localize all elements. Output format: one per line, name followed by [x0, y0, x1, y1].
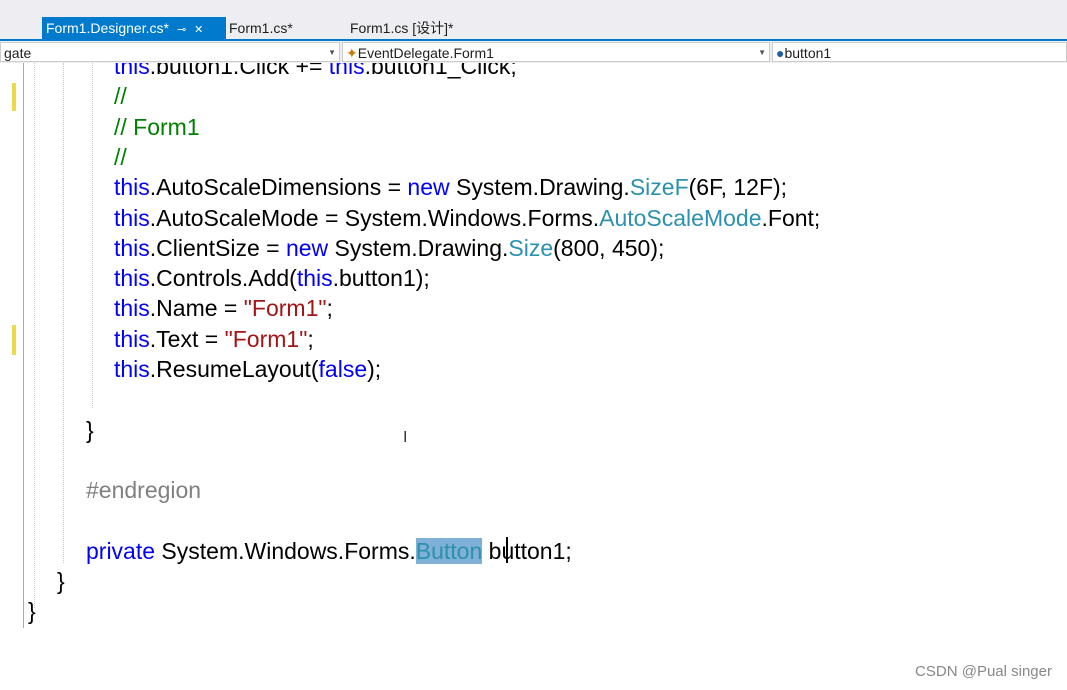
code-token: .AutoScaleDimensions = [149, 174, 408, 201]
class-icon: ✦ [346, 45, 358, 61]
ibeam-cursor-icon: I [403, 429, 408, 446]
code-token: this [296, 265, 333, 292]
project-dropdown[interactable]: gate ▼ [0, 42, 340, 62]
indent-guide [63, 63, 64, 563]
code-token: this [114, 174, 150, 201]
code-line: } [57, 566, 65, 596]
text-caret [506, 537, 508, 563]
code-token: // Form1 [114, 113, 200, 140]
tab-form1-designer[interactable]: Form1.Designer.cs* ⊸ ✕ [42, 17, 226, 40]
code-token: AutoScaleMode [599, 204, 762, 231]
code-token: new [285, 234, 329, 261]
code-token: this [114, 234, 150, 261]
code-line: #endregion [86, 475, 201, 505]
toolbar [0, 0, 1067, 14]
tab-label: Form1.cs* [229, 20, 293, 36]
code-line: } [28, 596, 36, 626]
code-line: this.ClientSize = new System.Drawing.Siz… [114, 233, 664, 263]
chevron-down-icon: ▼ [328, 48, 336, 57]
code-token: this [328, 63, 365, 79]
code-token: } [86, 416, 94, 443]
member-value: button1 [784, 45, 832, 61]
code-token: this [114, 325, 150, 352]
code-token: System.Drawing. [328, 234, 509, 261]
code-token: button1; [482, 537, 572, 564]
watermark: CSDN @Pual singer [915, 663, 1052, 680]
indent-guide [92, 63, 93, 408]
indent-guide [34, 63, 35, 608]
navigation-bar: gate ▼ ✦EventDelegate.Form1 ▼ ●button1 [0, 41, 1067, 63]
code-token: .button1.Click += [149, 63, 329, 79]
code-token: this [114, 204, 150, 231]
code-line: this.AutoScaleDimensions = new System.Dr… [114, 172, 787, 202]
code-token: this [114, 63, 150, 79]
code-token: ; [326, 295, 333, 322]
code-token: } [57, 568, 65, 595]
code-token: SizeF [629, 174, 689, 201]
tab-label: Form1.cs [设计]* [350, 20, 454, 36]
chevron-down-icon: ▼ [758, 48, 766, 57]
code-token: this [114, 295, 150, 322]
code-token: private [86, 537, 156, 564]
code-line: // [114, 81, 127, 111]
code-token: "Form1" [224, 325, 308, 352]
change-marker [12, 325, 16, 355]
code-token: "Form1" [243, 295, 327, 322]
class-dropdown[interactable]: ✦EventDelegate.Form1 ▼ [342, 42, 770, 62]
change-marker [12, 83, 16, 111]
code-token: System.Drawing. [449, 174, 630, 201]
code-token: .Text = [149, 325, 225, 352]
code-token: .ResumeLayout( [149, 356, 319, 382]
code-token: (6F, 12F); [688, 174, 788, 201]
code-token: .ClientSize = [149, 234, 286, 261]
code-line: this.ResumeLayout(false); [114, 354, 381, 384]
code-line: private System.Windows.Forms.Button butt… [86, 536, 572, 566]
code-line: // Form1 [114, 112, 200, 142]
code-line: this.Controls.Add(this.button1); [114, 263, 430, 293]
code-editor[interactable]: this.button1.Click += this.button1_Click… [0, 63, 1067, 690]
code-token: this [114, 356, 150, 382]
code-line: this.AutoScaleMode = System.Windows.Form… [114, 203, 820, 233]
code-token: #endregion [86, 477, 202, 504]
code-token: ); [367, 356, 382, 382]
code-token: .Font; [761, 204, 821, 231]
code-line: this.button1.Click += this.button1_Click… [114, 63, 517, 81]
code-token: .Controls.Add( [149, 265, 297, 292]
code-token: Size [508, 234, 554, 261]
code-token: } [28, 598, 36, 625]
code-line: this.Name = "Form1"; [114, 293, 333, 323]
code-token: Button [415, 537, 483, 564]
code-token: // [114, 83, 127, 110]
member-dropdown[interactable]: ●button1 [772, 42, 1067, 62]
code-token: .Name = [149, 295, 244, 322]
project-value: gate [4, 45, 32, 61]
code-token: System.Windows.Forms. [155, 537, 416, 564]
code-token: .button1_Click; [364, 63, 517, 79]
code-line: } [86, 415, 94, 445]
document-tabs: Form1.Designer.cs* ⊸ ✕ Form1.cs* Form1.cs … [0, 14, 1067, 40]
code-token: (800, 450); [553, 234, 665, 261]
code-token: ; [307, 325, 314, 352]
code-line: // [114, 142, 127, 172]
tab-label: Form1.Designer.cs* [46, 20, 169, 36]
code-token: this [114, 265, 150, 292]
code-token: // [114, 143, 127, 170]
code-token: .button1); [332, 265, 430, 292]
tab-form1-design[interactable]: Form1.cs [设计]* [346, 17, 453, 40]
code-token: new [407, 174, 450, 201]
class-value: EventDelegate.Form1 [357, 45, 494, 61]
code-line: this.Text = "Form1"; [114, 324, 314, 354]
tab-form1-cs[interactable]: Form1.cs* [225, 17, 293, 40]
code-token: .AutoScaleMode = System.Windows.Forms. [149, 204, 600, 231]
outline-margin [23, 63, 24, 628]
code-token: false [318, 356, 368, 382]
